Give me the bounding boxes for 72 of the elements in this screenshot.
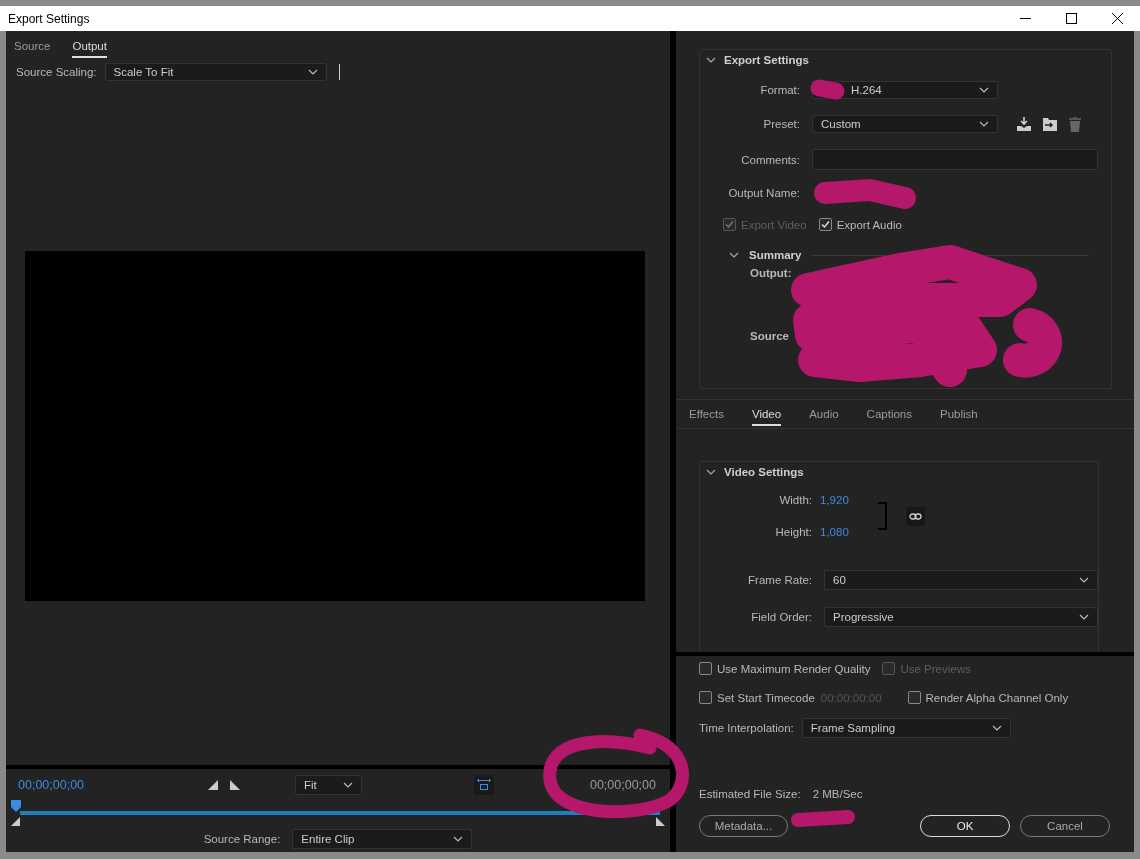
section-title: Summary <box>749 249 802 261</box>
tab[interactable]: Video <box>751 402 782 426</box>
output-name-label: Output Name: <box>727 186 800 199</box>
trash-icon[interactable] <box>1068 116 1082 132</box>
folder-import-icon[interactable] <box>1042 117 1058 131</box>
checkbox[interactable] <box>699 691 712 704</box>
width-label: Width: <box>778 494 812 506</box>
preset-dropdown[interactable]: Custom <box>812 115 998 133</box>
chevron-down-icon <box>307 69 318 75</box>
chevron-down-icon[interactable] <box>729 251 739 259</box>
section-title: Video Settings <box>724 466 804 478</box>
mark-out-icon[interactable] <box>230 779 240 790</box>
chevron-down-icon <box>991 725 1002 731</box>
time-interpolation-dropdown[interactable]: Frame Sampling <box>801 718 1011 738</box>
redaction-scribble <box>810 79 845 100</box>
checkbox-label: Use Maximum Render Quality <box>717 662 871 675</box>
chevron-down-icon <box>1079 614 1089 620</box>
mark-in-icon[interactable] <box>208 779 218 790</box>
field-order-dropdown[interactable]: Progressive <box>824 607 1098 627</box>
tab[interactable]: Output <box>72 40 107 58</box>
chevron-down-icon <box>979 121 989 127</box>
link-icon[interactable] <box>906 506 925 526</box>
playhead-icon[interactable] <box>11 800 21 812</box>
summary-label: Output: <box>750 267 793 279</box>
zoom-dropdown[interactable]: Fit <box>295 774 362 795</box>
chevron-down-icon <box>1079 577 1089 583</box>
preset-label: Preset: <box>762 118 800 130</box>
summary-label: Source <box>750 330 790 342</box>
chevron-down-icon <box>979 87 989 93</box>
source-range-label: Source Range: <box>203 833 281 845</box>
height-value[interactable]: 1,080 <box>820 526 870 538</box>
section-title: Export Settings <box>724 54 809 66</box>
checkbox-label: Render Alpha Channel Only <box>925 691 1069 704</box>
estimated-file-size-value: 2 MB/Sec <box>812 788 863 800</box>
source-scaling-label: Source Scaling: <box>16 66 97 78</box>
format-label: Format: <box>759 84 800 96</box>
frame-rate-dropdown[interactable]: 60 <box>824 570 1098 590</box>
width-value[interactable]: 1,920 <box>820 494 870 506</box>
source-range-dropdown[interactable]: Entire Clip <box>292 829 473 849</box>
end-timecode: 00;00;00;00 <box>589 777 656 792</box>
time-interpolation-label: Time Interpolation: <box>699 722 794 734</box>
comments-field[interactable] <box>812 149 1098 170</box>
tab[interactable]: Effects <box>689 402 724 426</box>
bracket-icon <box>878 502 888 530</box>
height-label: Height: <box>774 526 812 538</box>
checkbox[interactable] <box>818 218 832 231</box>
estimated-file-size-label: Estimated File Size: <box>699 788 801 800</box>
tab[interactable]: Source <box>14 40 51 58</box>
checkbox-label: Export Video <box>741 218 807 231</box>
tab[interactable]: Publish <box>940 402 978 426</box>
checkbox-label: Set Start Timecode <box>717 691 815 704</box>
chevron-down-icon <box>343 781 353 788</box>
download-icon[interactable] <box>1016 117 1032 131</box>
comments-label: Comments: <box>740 153 800 166</box>
fit-frame-icon[interactable] <box>474 774 494 795</box>
checkbox-label: Export Audio <box>836 218 902 231</box>
checkbox[interactable] <box>699 662 712 675</box>
chevron-down-icon <box>453 836 464 842</box>
current-timecode[interactable]: 00;00;00;00 <box>18 777 208 792</box>
tab[interactable]: Audio <box>809 402 839 426</box>
frame-rate-label: Frame Rate: <box>747 574 812 586</box>
checkbox-label: Use Previews <box>900 662 971 675</box>
window-title: Export Settings <box>8 11 91 26</box>
chevron-down-icon[interactable] <box>706 468 716 476</box>
chevron-down-icon[interactable] <box>706 56 716 64</box>
tab[interactable]: Captions <box>866 402 912 426</box>
source-scaling-dropdown[interactable]: Scale To Fit <box>104 63 327 81</box>
redaction-scribble <box>791 810 855 827</box>
out-point-icon[interactable] <box>656 817 665 826</box>
in-point-icon[interactable] <box>11 817 20 826</box>
checkbox[interactable] <box>907 691 921 704</box>
field-order-label: Field Order: <box>750 611 812 623</box>
